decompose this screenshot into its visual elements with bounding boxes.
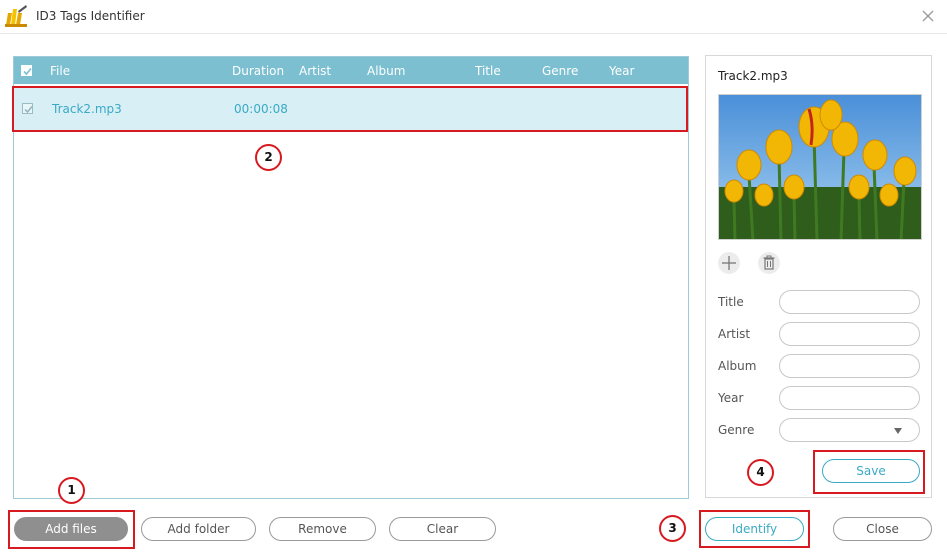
annotation-box-row [12, 86, 688, 132]
tulips-image [719, 95, 921, 239]
app-logo-icon [5, 5, 27, 27]
title-label: Title [718, 295, 744, 309]
column-title[interactable]: Title [475, 64, 501, 78]
album-cover-image [718, 94, 922, 240]
album-label: Album [718, 359, 757, 373]
column-file[interactable]: File [50, 64, 70, 78]
tag-editor-panel: Track2.mp3 Title Artist Album Year Genre… [705, 55, 932, 498]
annotation-box-add-files [8, 510, 135, 549]
column-year[interactable]: Year [609, 64, 634, 78]
title-field[interactable] [779, 290, 920, 314]
annotation-box-identify [699, 510, 810, 548]
annotation-marker-2: 2 [255, 144, 282, 171]
column-genre[interactable]: Genre [542, 64, 578, 78]
column-duration[interactable]: Duration [232, 64, 284, 78]
add-folder-button[interactable]: Add folder [141, 517, 256, 541]
selected-file-name: Track2.mp3 [718, 69, 788, 83]
annotation-marker-1: 1 [58, 477, 85, 504]
delete-cover-button[interactable] [758, 252, 780, 274]
check-icon [23, 67, 32, 76]
column-album[interactable]: Album [367, 64, 405, 78]
add-cover-button[interactable] [718, 252, 740, 274]
annotation-marker-3: 3 [659, 515, 686, 542]
year-label: Year [718, 391, 744, 405]
window-title: ID3 Tags Identifier [36, 9, 145, 23]
id3-tags-window: ID3 Tags Identifier File Duration Artist… [0, 0, 947, 559]
close-icon[interactable] [918, 6, 938, 26]
table-header: File Duration Artist Album Title Genre Y… [14, 57, 688, 84]
annotation-box-save [813, 450, 925, 494]
title-bar: ID3 Tags Identifier [0, 0, 947, 34]
close-button[interactable]: Close [833, 517, 932, 541]
select-all-checkbox[interactable] [21, 65, 32, 76]
year-field[interactable] [779, 386, 920, 410]
clear-button[interactable]: Clear [389, 517, 496, 541]
plus-icon [722, 256, 736, 270]
artist-label: Artist [718, 327, 751, 341]
column-artist[interactable]: Artist [299, 64, 331, 78]
remove-button[interactable]: Remove [269, 517, 376, 541]
genre-select[interactable] [779, 418, 920, 442]
album-field[interactable] [779, 354, 920, 378]
artist-field[interactable] [779, 322, 920, 346]
chevron-down-icon [894, 428, 902, 434]
trash-icon [763, 255, 775, 270]
annotation-marker-4: 4 [747, 459, 774, 486]
genre-label: Genre [718, 423, 755, 437]
